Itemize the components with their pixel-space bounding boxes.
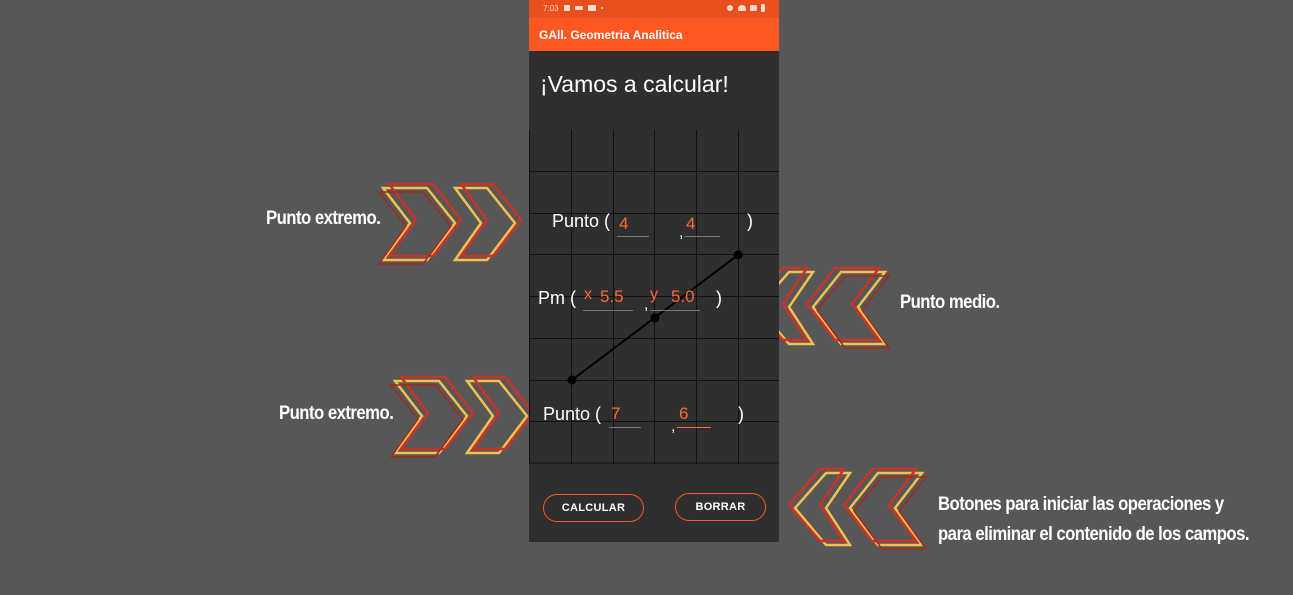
point2-y-underline xyxy=(677,427,711,428)
point1-separator: , xyxy=(679,224,684,241)
point1-y-input[interactable]: 4 xyxy=(686,214,695,234)
endpoint-top-dot xyxy=(733,250,743,260)
point1-y-underline xyxy=(684,236,720,237)
midpoint-x-underline xyxy=(583,310,633,311)
page-title: ¡Vamos a calcular! xyxy=(540,71,729,97)
dot-icon xyxy=(601,7,603,9)
midpoint-separator: , xyxy=(644,296,649,313)
point2-x-underline xyxy=(609,427,641,428)
wifi-icon xyxy=(738,5,746,11)
point1-close-paren: ) xyxy=(747,211,753,231)
point2-close-paren: ) xyxy=(738,404,744,424)
endpoint-bottom-dot xyxy=(567,375,577,385)
point2-y-input[interactable]: 6 xyxy=(679,404,688,424)
midpoint-y-underline xyxy=(650,310,700,311)
signal-icon xyxy=(750,5,757,11)
point1-x-input[interactable]: 4 xyxy=(619,214,628,234)
midpoint-label: Pm ( xyxy=(538,288,576,308)
midpoint-y-label: y xyxy=(650,286,658,303)
right-arrow-annotation-icon xyxy=(389,375,535,458)
midpoint-y-value: 5.0 xyxy=(671,287,695,306)
clear-button[interactable]: BORRAR xyxy=(675,493,766,521)
point2-x-input[interactable]: 7 xyxy=(611,404,620,424)
status-bar: 7:03 xyxy=(529,0,779,18)
voicemail-icon xyxy=(575,6,583,10)
youtube-icon xyxy=(588,5,596,11)
left-arrow-annotation-icon xyxy=(787,467,928,550)
point2-separator: , xyxy=(671,418,676,435)
point1-x-underline xyxy=(617,236,649,237)
alarm-icon xyxy=(727,5,733,11)
annotation-endpoint-top: Punto extremo. xyxy=(266,208,381,229)
point1-label: Punto ( xyxy=(552,211,611,231)
annotation-buttons-line2: para eliminar el contenido de los campos… xyxy=(938,524,1250,545)
battery-icon xyxy=(761,4,765,12)
midpoint-x-label: x xyxy=(584,286,592,303)
midpoint-close-paren: ) xyxy=(716,288,722,308)
annotation-endpoint-bottom: Punto extremo. xyxy=(279,403,394,424)
gallery-icon xyxy=(564,5,570,11)
status-time: 7:03 xyxy=(543,4,559,13)
app-bar: GAll. Geometria Analitica xyxy=(529,18,779,51)
midpoint-dot xyxy=(650,313,660,323)
point2-label: Punto ( xyxy=(543,404,602,424)
annotation-midpoint: Punto medio. xyxy=(900,292,1000,313)
phone-screen: 7:03 GAll. Geometria Analitica ¡Vamos a … xyxy=(529,0,779,542)
calculate-button[interactable]: CALCULAR xyxy=(543,494,644,522)
app-title: GAll. Geometria Analitica xyxy=(539,28,683,42)
right-arrow-annotation-icon xyxy=(377,182,523,265)
midpoint-x-value: 5.5 xyxy=(600,287,624,306)
annotation-buttons-line1: Botones para iniciar las operaciones y xyxy=(938,494,1224,515)
